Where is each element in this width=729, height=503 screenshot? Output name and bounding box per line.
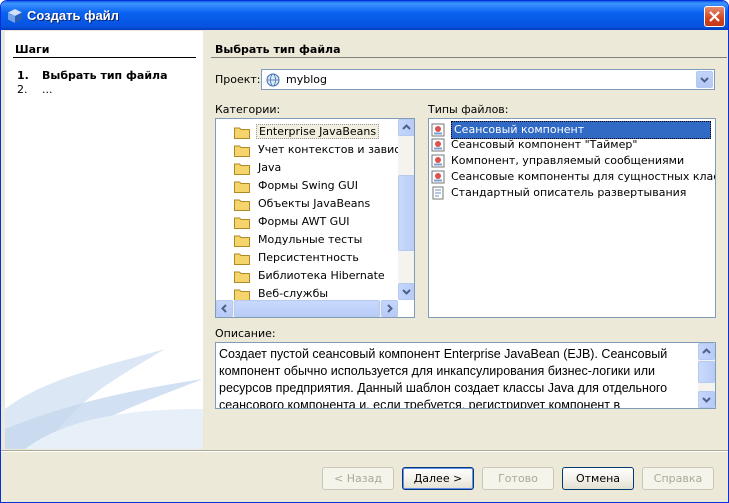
chevron-down-icon [402, 289, 411, 295]
project-combo[interactable]: myblog [261, 69, 715, 90]
scroll-left-button[interactable] [216, 300, 233, 317]
chevron-up-icon [402, 124, 411, 130]
file-type-item[interactable]: Сеансовые компоненты для сущностных клас… [431, 169, 715, 185]
cancel-button[interactable]: Отмена [562, 467, 634, 490]
file-type-item[interactable]: Сеансовый компонент [431, 121, 713, 139]
folder-icon [234, 289, 250, 301]
scroll-down-button[interactable] [398, 283, 414, 300]
dropdown-button[interactable] [696, 71, 713, 88]
close-icon [709, 11, 720, 22]
session-bean-icon [431, 123, 445, 137]
close-button[interactable] [704, 6, 725, 27]
category-item[interactable]: Формы AWT GUI [234, 213, 352, 231]
categories-vscrollbar[interactable] [398, 119, 414, 300]
step-label: ... [42, 83, 53, 96]
step-label: Выбрать тип файла [42, 69, 168, 82]
folder-icon [234, 199, 250, 211]
scroll-thumb[interactable] [398, 175, 414, 251]
scroll-up-button[interactable] [398, 119, 414, 136]
category-item[interactable]: Формы Swing GUI [234, 177, 360, 195]
chevron-right-icon [387, 304, 393, 313]
description-label: Описание: [215, 327, 276, 340]
deployment-descriptor-icon [432, 186, 444, 200]
message-bean-icon [431, 154, 445, 168]
step-number: 1. [17, 69, 29, 82]
category-item[interactable]: Персистентность [234, 249, 361, 267]
chevron-up-icon [702, 348, 711, 354]
decorative-swoosh [5, 349, 203, 449]
project-value: myblog [286, 73, 327, 86]
next-button[interactable]: Далее > [402, 467, 474, 490]
file-types-label: Типы файлов: [428, 103, 509, 116]
folder-icon [234, 181, 250, 193]
window-title: Создать файл [27, 8, 119, 23]
session-bean-icon [431, 170, 445, 184]
finish-button[interactable]: Готово [482, 467, 554, 490]
back-button[interactable]: < Назад [322, 467, 394, 490]
file-type-item[interactable]: Компонент, управляемый сообщениями [431, 153, 713, 169]
create-file-dialog: Создать файл Шаги 1. Выбрать тип файла 2.… [0, 0, 729, 503]
category-item[interactable]: Библиотека Hibernate [234, 267, 387, 285]
description-text: Создает пустой сеансовый компонент Enter… [219, 347, 668, 409]
step-2: 2.... [17, 83, 53, 96]
globe-icon [266, 73, 280, 87]
chevron-down-icon [702, 397, 711, 403]
category-item[interactable]: Объекты JavaBeans [234, 195, 372, 213]
netbeans-cube-icon [8, 9, 22, 23]
categories-tree[interactable]: Enterprise JavaBeans Учет контекстов и з… [215, 118, 415, 318]
step-number: 2. [17, 83, 28, 96]
folder-icon [234, 253, 250, 265]
folder-icon [234, 127, 250, 139]
scroll-thumb[interactable] [234, 300, 380, 317]
folder-icon [234, 217, 250, 229]
session-bean-icon [431, 138, 445, 152]
folder-icon [234, 145, 250, 157]
page-title: Выбрать тип файла [215, 43, 341, 56]
scroll-down-button[interactable] [698, 391, 715, 408]
file-types-list[interactable]: Сеансовый компонент Сеансовый компонент … [428, 118, 716, 318]
folder-icon [234, 271, 250, 283]
category-item[interactable]: Java [234, 159, 283, 177]
title-bar[interactable]: Создать файл [1, 1, 728, 30]
scroll-up-button[interactable] [698, 343, 715, 360]
description-vscrollbar[interactable] [698, 343, 715, 408]
step-1: 1. Выбрать тип файла [17, 69, 168, 82]
categories-hscrollbar[interactable] [216, 300, 398, 317]
steps-pane: Шаги 1. Выбрать тип файла 2.... [5, 31, 203, 449]
folder-icon [234, 235, 250, 247]
scroll-right-button[interactable] [381, 300, 398, 317]
chevron-left-icon [221, 304, 227, 313]
steps-divider [13, 57, 196, 58]
scroll-thumb[interactable] [698, 361, 715, 383]
file-type-item[interactable]: Стандартный описатель развертывания [431, 185, 713, 201]
chevron-down-icon [700, 77, 709, 83]
title-divider [211, 57, 727, 58]
description-area[interactable]: Создает пустой сеансовый компонент Enter… [215, 342, 716, 409]
help-button[interactable]: Справка [642, 467, 714, 490]
project-label: Проект: [215, 73, 261, 86]
steps-title: Шаги [15, 43, 50, 56]
category-item[interactable]: Учет контекстов и зависим [234, 141, 414, 159]
categories-label: Категории: [215, 103, 281, 116]
folder-icon [234, 163, 250, 175]
file-type-item[interactable]: Сеансовый компонент "Таймер" [431, 137, 713, 153]
category-item[interactable]: Enterprise JavaBeans [234, 123, 380, 141]
footer-divider [1, 450, 728, 452]
category-item[interactable]: Модульные тесты [234, 231, 364, 249]
